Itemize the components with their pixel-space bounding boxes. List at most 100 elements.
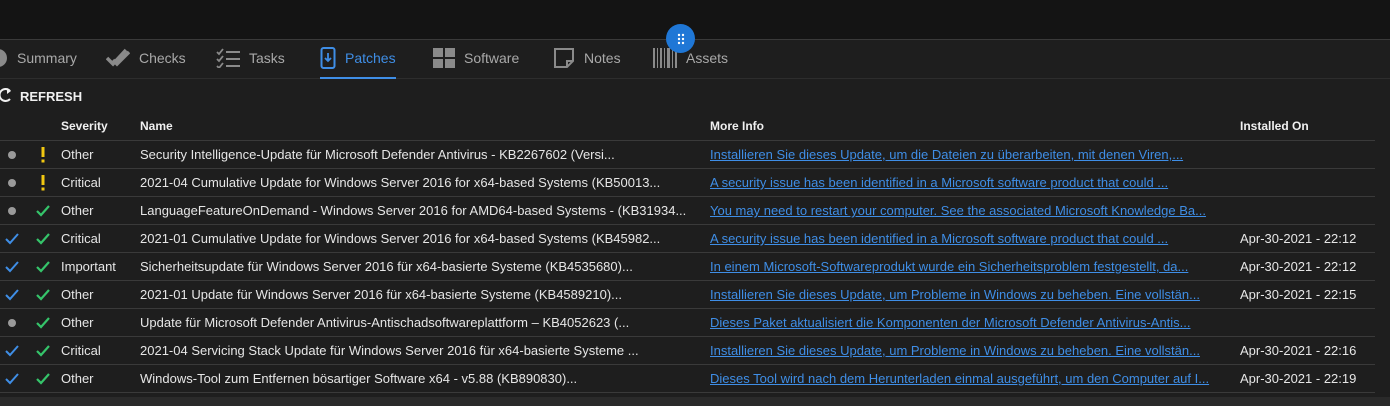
more-info-link[interactable]: A security issue has been identified in … (710, 175, 1168, 190)
approval-cell (24, 336, 61, 365)
refresh-icon (0, 87, 12, 106)
table-row[interactable]: Other Windows-Tool zum Entfernen bösartig… (0, 364, 1375, 393)
phone-download-icon (320, 47, 336, 69)
name-cell: Windows-Tool zum Entfernen bösartiger So… (140, 364, 710, 393)
approved-check-icon (24, 337, 61, 364)
tab-checks[interactable]: Checks (106, 40, 186, 76)
approval-cell (24, 196, 61, 225)
installed-on-cell: Apr-30-2021 - 22:15 (1240, 280, 1375, 309)
more-info-link[interactable]: You may need to restart your computer. S… (710, 203, 1206, 218)
refresh-label: REFRESH (20, 88, 83, 104)
name-cell: 2021-01 Update für Windows Server 2016 f… (140, 280, 710, 309)
installed-check-icon (0, 253, 24, 280)
installed-on-column-header[interactable]: Installed On (1240, 112, 1375, 141)
warning-exclamation-icon (24, 169, 61, 196)
status-cell (0, 308, 24, 337)
tab-patches[interactable]: Patches (320, 40, 396, 79)
tab-bar: Summary Checks Tasks Patches Software No… (0, 40, 1390, 79)
installed-on-cell: Apr-30-2021 - 22:12 (1240, 224, 1375, 253)
horizontal-scrollbar[interactable] (0, 397, 1390, 406)
approved-check-icon (24, 225, 61, 252)
pending-dot-icon (0, 309, 24, 336)
tab-software[interactable]: Software (433, 40, 519, 76)
tab-label: Checks (139, 50, 186, 66)
more-info-cell: A security issue has been identified in … (710, 168, 1240, 197)
severity-cell: Other (61, 196, 140, 225)
approved-check-icon (24, 309, 61, 336)
more-info-link[interactable]: Dieses Paket aktualisiert die Komponente… (710, 315, 1191, 330)
more-info-cell: A security issue has been identified in … (710, 224, 1240, 253)
installed-check-icon (0, 365, 24, 392)
pending-dot-icon (0, 169, 24, 196)
table-row[interactable]: Other 2021-01 Update für Windows Server 2… (0, 280, 1375, 309)
name-column-header[interactable]: Name (140, 112, 710, 141)
table-row[interactable]: Critical 2021-04 Servicing Stack Update f… (0, 336, 1375, 365)
table-row[interactable]: Other Security Intelligence-Update für Mi… (0, 140, 1375, 169)
status-cell (0, 280, 24, 309)
top-bar (0, 0, 1390, 40)
tab-label: Summary (17, 50, 77, 66)
status-cell (0, 140, 24, 169)
more-info-link[interactable]: Installieren Sie dieses Update, um Probl… (710, 343, 1200, 358)
status-cell (0, 168, 24, 197)
severity-cell: Important (61, 252, 140, 281)
more-info-link[interactable]: Installieren Sie dieses Update, um Probl… (710, 287, 1200, 302)
name-cell: Sicherheitsupdate für Windows Server 201… (140, 252, 710, 281)
installed-on-cell: Apr-30-2021 - 22:12 (1240, 252, 1375, 281)
more-info-link[interactable]: Installieren Sie dieses Update, um die D… (710, 147, 1183, 162)
more-info-cell: Installieren Sie dieses Update, um die D… (710, 140, 1240, 169)
approval-column-header (24, 112, 61, 141)
severity-cell: Critical (61, 168, 140, 197)
approved-check-icon (24, 365, 61, 392)
installed-on-cell (1240, 140, 1375, 169)
tab-summary[interactable]: Summary (0, 40, 77, 76)
severity-cell: Critical (61, 224, 140, 253)
more-info-cell: You may need to restart your computer. S… (710, 196, 1240, 225)
more-info-link[interactable]: Dieses Tool wird nach dem Herunterladen … (710, 371, 1209, 386)
severity-cell: Other (61, 140, 140, 169)
drag-handle-icon[interactable] (666, 24, 695, 53)
approval-cell (24, 252, 61, 281)
installed-check-icon (0, 337, 24, 364)
table-row[interactable]: Other Update für Microsoft Defender Antiv… (0, 308, 1375, 337)
approval-cell (24, 168, 61, 197)
more-info-cell: Dieses Paket aktualisiert die Komponente… (710, 308, 1240, 337)
tab-label: Patches (345, 50, 396, 66)
tab-notes[interactable]: Notes (553, 40, 621, 76)
table-row[interactable]: Critical 2021-04 Cumulative Update for Wi… (0, 168, 1375, 197)
table-row[interactable]: Critical 2021-01 Cumulative Update for Wi… (0, 224, 1375, 253)
more-info-cell: Dieses Tool wird nach dem Herunterladen … (710, 364, 1240, 393)
more-info-link[interactable]: A security issue has been identified in … (710, 231, 1168, 246)
tab-tasks[interactable]: Tasks (216, 40, 285, 76)
name-cell: 2021-04 Servicing Stack Update für Windo… (140, 336, 710, 365)
severity-column-header[interactable]: Severity (61, 112, 140, 141)
table-row[interactable]: Other LanguageFeatureOnDemand - Windows S… (0, 196, 1375, 225)
more-info-column-header[interactable]: More Info (710, 112, 1240, 141)
patches-table: Severity Name More Info Installed On Oth… (0, 112, 1375, 393)
note-icon (553, 47, 575, 69)
severity-cell: Other (61, 364, 140, 393)
more-info-cell: Installieren Sie dieses Update, um Probl… (710, 280, 1240, 309)
installed-on-cell (1240, 168, 1375, 197)
severity-cell: Other (61, 280, 140, 309)
approval-cell (24, 140, 61, 169)
approved-check-icon (24, 197, 61, 224)
installed-on-cell: Apr-30-2021 - 22:16 (1240, 336, 1375, 365)
installed-on-cell (1240, 308, 1375, 337)
double-check-icon (106, 47, 130, 69)
warning-exclamation-icon (24, 141, 61, 168)
status-cell (0, 336, 24, 365)
table-header-row: Severity Name More Info Installed On (0, 112, 1375, 141)
installed-check-icon (0, 281, 24, 308)
approval-cell (24, 364, 61, 393)
approved-check-icon (24, 253, 61, 280)
circle-icon (0, 48, 8, 68)
name-cell: 2021-01 Cumulative Update for Windows Se… (140, 224, 710, 253)
more-info-link[interactable]: In einem Microsoft-Softwareprodukt wurde… (710, 259, 1188, 274)
approved-check-icon (24, 281, 61, 308)
table-row[interactable]: Important Sicherheitsupdate für Windows S… (0, 252, 1375, 281)
refresh-button[interactable]: REFRESH (0, 86, 82, 106)
status-cell (0, 252, 24, 281)
more-info-cell: Installieren Sie dieses Update, um Probl… (710, 336, 1240, 365)
windows-icon (433, 48, 455, 68)
